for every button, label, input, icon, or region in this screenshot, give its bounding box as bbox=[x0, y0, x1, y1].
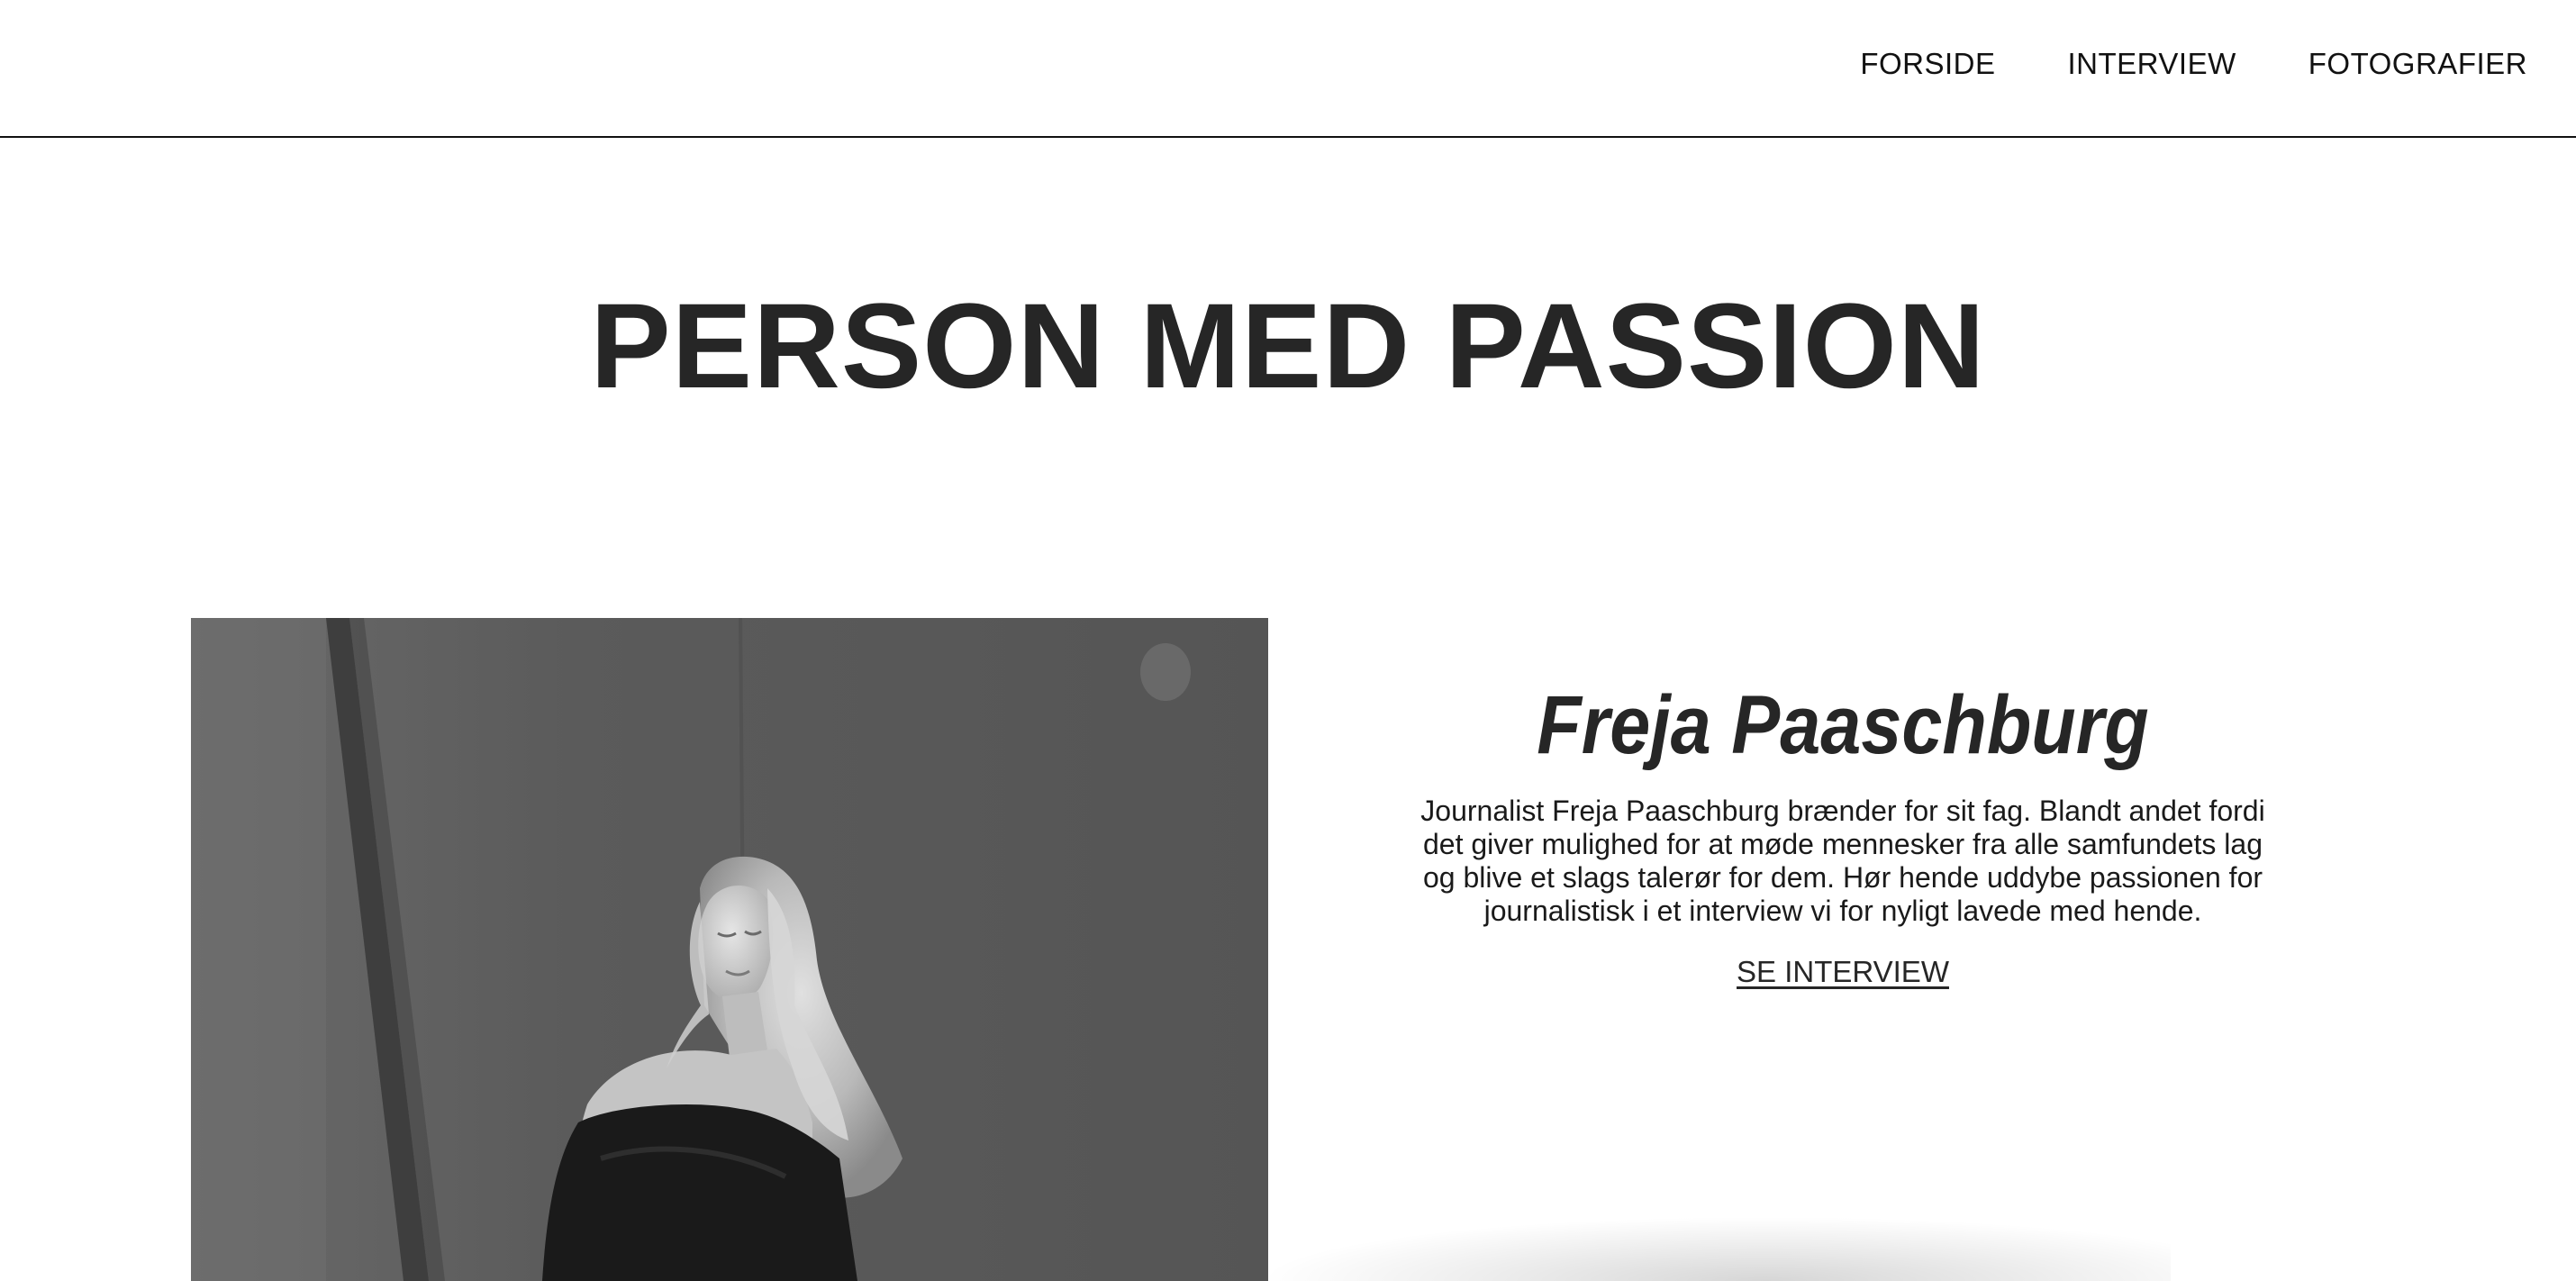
profile-description: Journalist Freja Paaschburg brænder for … bbox=[1420, 795, 2265, 927]
card-shadow bbox=[1270, 1218, 2171, 1281]
see-interview-link[interactable]: SE INTERVIEW bbox=[1737, 955, 1949, 989]
portrait-photo bbox=[191, 618, 1268, 1281]
main-nav: FORSIDE INTERVIEW FOTOGRAFIER bbox=[1860, 47, 2527, 81]
nav-forside-link[interactable]: FORSIDE bbox=[1860, 47, 1995, 81]
profile-section: Freja Paaschburg Journalist Freja Paasch… bbox=[1414, 676, 2272, 989]
profile-name: Freja Paaschburg bbox=[1537, 679, 2149, 771]
nav-interview-link[interactable]: INTERVIEW bbox=[2068, 47, 2236, 81]
site-header: FORSIDE INTERVIEW FOTOGRAFIER bbox=[0, 0, 2576, 138]
page-title: PERSON MED PASSION bbox=[590, 279, 1986, 413]
nav-fotografier-link[interactable]: FOTOGRAFIER bbox=[2308, 47, 2527, 81]
